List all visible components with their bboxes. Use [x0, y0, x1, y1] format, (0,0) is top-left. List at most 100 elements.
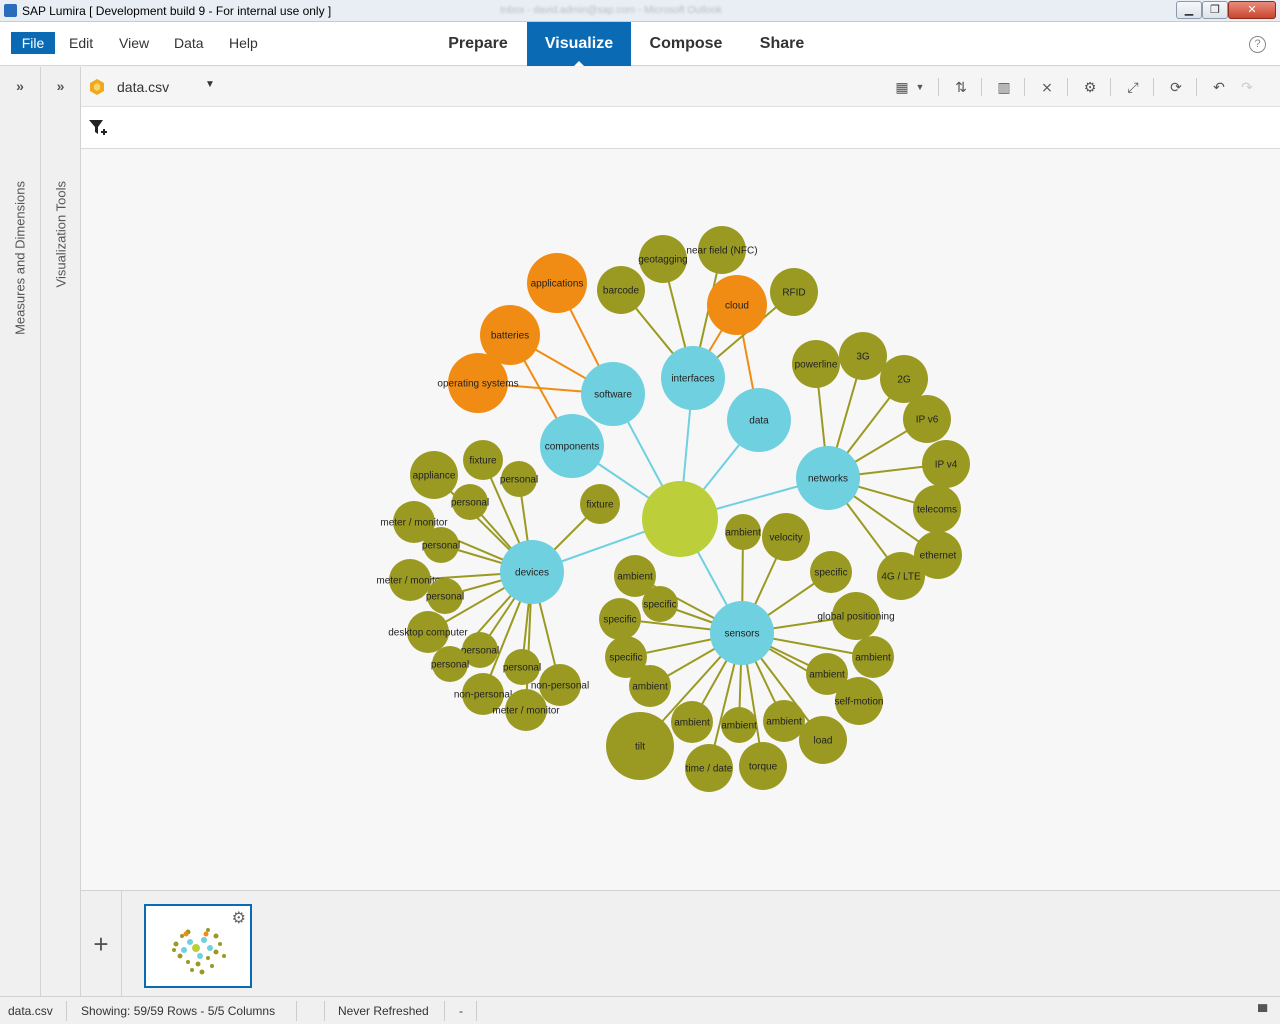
graph-node-s-specific1[interactable]: specific: [810, 551, 852, 593]
graph-node-d-personal7[interactable]: personal: [503, 649, 541, 685]
refresh-icon[interactable]: ⟳: [1166, 77, 1186, 97]
graph-node-powerline[interactable]: powerline: [792, 340, 840, 388]
minimize-button[interactable]: ▁: [1176, 1, 1202, 19]
node-label: desktop computer: [388, 628, 468, 639]
node-label: personal: [451, 498, 489, 509]
graph-node-s-specific3[interactable]: specific: [599, 598, 641, 640]
node-label: personal: [422, 541, 460, 552]
graph-node-interfaces[interactable]: interfaces: [661, 346, 725, 410]
graph-node-root[interactable]: [642, 481, 718, 557]
graph-node-s-velocity[interactable]: velocity: [762, 513, 810, 561]
add-page-button[interactable]: +: [81, 891, 122, 997]
graph-node-barcode[interactable]: barcode: [597, 266, 645, 314]
graph-node-components[interactable]: components: [540, 414, 604, 478]
node-label: operating systems: [437, 379, 518, 390]
node-label: components: [545, 442, 599, 453]
help-icon[interactable]: ?: [1249, 36, 1266, 53]
dataset-name[interactable]: data.csv: [117, 79, 169, 95]
undo-icon[interactable]: ↶: [1209, 77, 1229, 97]
node-label: ambient: [725, 528, 761, 539]
graph-node-s-ambient1[interactable]: ambient: [725, 514, 761, 550]
graph-node-s-load[interactable]: load: [799, 716, 847, 764]
graph-node-software[interactable]: software: [581, 362, 645, 426]
dataset-dropdown-icon[interactable]: ▼: [205, 79, 215, 90]
node-label: ambient: [809, 670, 845, 681]
graph-node-nfc[interactable]: near field (NFC): [686, 226, 758, 274]
gear-icon[interactable]: ⚙: [232, 908, 246, 928]
node-label: ambient: [632, 682, 668, 693]
node-label: geotagging: [638, 255, 688, 266]
graph-node-s-ambient5[interactable]: ambient: [721, 707, 757, 743]
node-circle[interactable]: [642, 481, 718, 557]
graph-node-s-ambient6[interactable]: ambient: [671, 701, 713, 743]
status-refresh: Never Refreshed: [338, 1004, 429, 1018]
graph-node-2g[interactable]: 2G: [880, 355, 928, 403]
graph-node-s-gps[interactable]: global positioning: [817, 592, 895, 640]
node-label: personal: [426, 592, 464, 603]
graph-node-3g[interactable]: 3G: [839, 332, 887, 380]
graph-node-devices[interactable]: devices: [500, 540, 564, 604]
graph-node-ipv6[interactable]: IP v6: [903, 395, 951, 443]
graph-node-s-ambient2[interactable]: ambient: [852, 636, 894, 678]
tab-visualize[interactable]: Visualize: [527, 22, 631, 66]
graph-node-data[interactable]: data: [727, 388, 791, 452]
graph-node-s-torque[interactable]: torque: [739, 742, 787, 790]
graph-node-applications[interactable]: applications: [527, 253, 587, 313]
expand-tools-icon[interactable]: »: [41, 78, 80, 94]
tab-compose[interactable]: Compose: [631, 22, 741, 66]
graph-node-ipv4[interactable]: IP v4: [922, 440, 970, 488]
chevron-down-icon[interactable]: ▼: [910, 77, 930, 97]
sort-icon[interactable]: ⇅: [951, 77, 971, 97]
menu-file[interactable]: File: [11, 32, 55, 54]
graph-node-rfid[interactable]: RFID: [770, 268, 818, 316]
filter-bar: [81, 107, 1280, 149]
graph-node-s-selfmotion[interactable]: self-motion: [835, 677, 884, 725]
menubar: File Edit View Data Help Prepare Visuali…: [0, 22, 1280, 66]
maximize-button[interactable]: ❐: [1202, 1, 1228, 19]
tab-share[interactable]: Share: [741, 22, 823, 66]
tab-prepare[interactable]: Prepare: [430, 22, 526, 66]
toolbar-divider: [1024, 78, 1025, 96]
status-divider: [476, 1001, 477, 1021]
graph-node-networks[interactable]: networks: [796, 446, 860, 510]
graph-node-s-specific2[interactable]: specific: [605, 636, 647, 678]
settings-icon[interactable]: ⚙: [1080, 77, 1100, 97]
graph-node-sensors[interactable]: sensors: [710, 601, 774, 665]
node-label: IP v4: [935, 460, 958, 471]
close-button[interactable]: ✕: [1228, 1, 1276, 19]
graph-node-4g[interactable]: 4G / LTE: [877, 552, 925, 600]
window-titlebar: SAP Lumira [ Development build 9 - For i…: [0, 0, 1280, 22]
table-view-icon[interactable]: ▦: [892, 77, 912, 97]
tools-panel-label[interactable]: Visualization Tools: [53, 181, 68, 287]
comment-icon[interactable]: ▀: [1258, 1004, 1267, 1019]
graph-node-d-fixture[interactable]: fixture: [463, 440, 503, 480]
graph-node-d-appliance[interactable]: appliance: [410, 451, 458, 499]
graph-node-d-desktop[interactable]: desktop computer: [388, 611, 468, 653]
menu-edit[interactable]: Edit: [62, 32, 100, 54]
fullscreen-icon[interactable]: ⤢: [1123, 77, 1143, 97]
graph-node-s-tilt[interactable]: tilt: [606, 712, 674, 780]
measures-panel-label[interactable]: Measures and Dimensions: [13, 181, 28, 335]
add-filter-icon[interactable]: [89, 119, 107, 137]
rank-icon[interactable]: ▥: [994, 77, 1014, 97]
graph-node-fixture-c[interactable]: fixture: [580, 484, 620, 524]
graph-node-geotagging[interactable]: geotagging: [638, 235, 688, 283]
graph-node-s-ambient4[interactable]: ambient: [763, 700, 805, 742]
measures-panel: » Measures and Dimensions: [0, 67, 41, 996]
graph-node-s-timedate[interactable]: time / date: [685, 744, 733, 792]
redo-icon[interactable]: ↷: [1237, 77, 1257, 97]
node-label: time / date: [686, 764, 733, 775]
exclude-icon[interactable]: ⨯: [1037, 77, 1057, 97]
graph-node-telecoms[interactable]: telecoms: [913, 485, 961, 533]
menu-view[interactable]: View: [112, 32, 156, 54]
graph-node-s-ambient8[interactable]: ambient: [614, 555, 656, 597]
page-thumbnail[interactable]: ⚙: [144, 904, 252, 988]
node-label: ethernet: [920, 551, 957, 562]
menu-help[interactable]: Help: [222, 32, 265, 54]
graph-node-d-personal2[interactable]: personal: [451, 484, 489, 520]
graph-node-cloud[interactable]: cloud: [707, 275, 767, 335]
menu-data[interactable]: Data: [167, 32, 211, 54]
graph-node-d-personal1[interactable]: personal: [500, 461, 538, 497]
expand-panel-icon[interactable]: »: [0, 78, 40, 94]
tools-panel: » Visualization Tools: [41, 67, 81, 996]
